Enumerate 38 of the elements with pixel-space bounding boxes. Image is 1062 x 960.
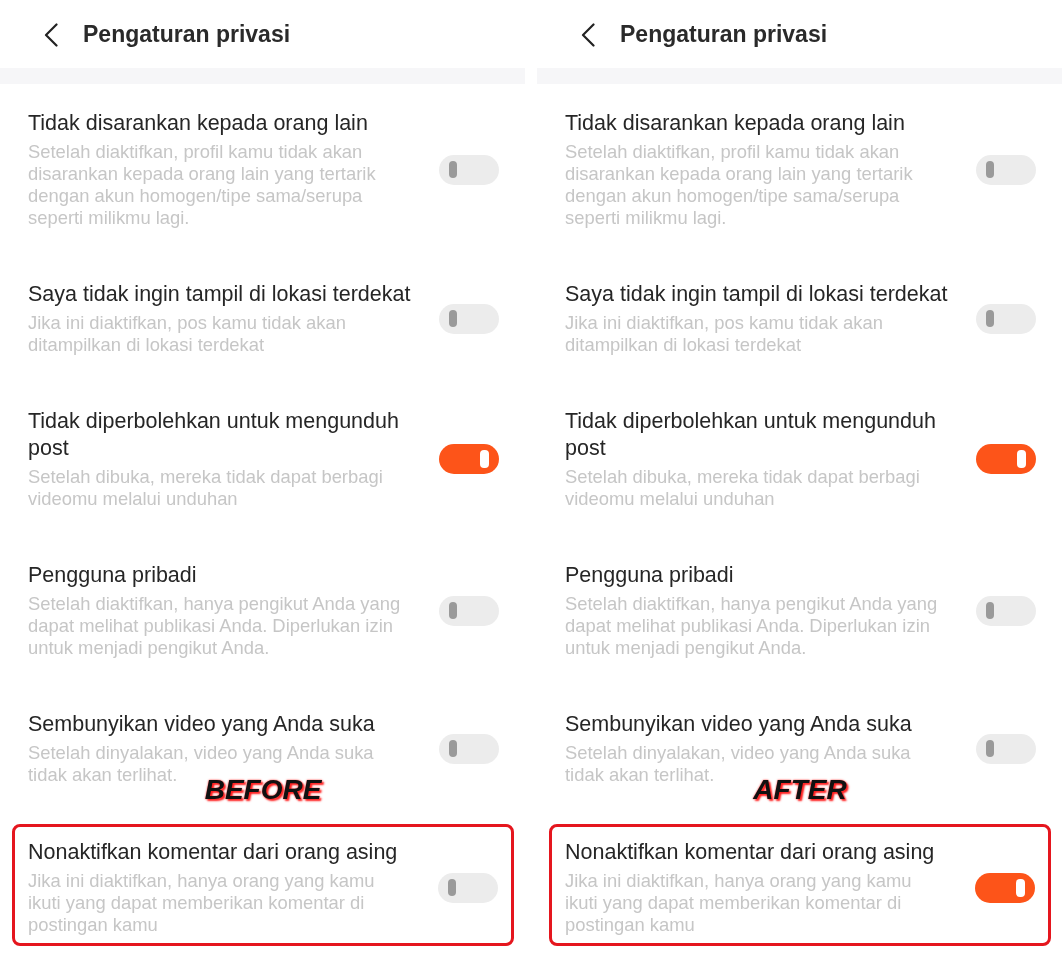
setting-title: Tidak diperbolehkan untuk mengunduh post (28, 408, 400, 462)
setting-title: Tidak disarankan kepada orang lain (565, 110, 906, 137)
setting-description: Setelah diaktifkan, hanya pengikut Anda yang dapat melihat publikasi Anda. Diperlukan izin untuk menjadi pengikut Anda. (565, 593, 939, 659)
setting-description: Setelah diaktifkan, hanya pengikut Anda yang dapat melihat publikasi Anda. Diperlukan izin untuk menjadi pengikut Anda. (28, 593, 402, 659)
setting-description: Jika ini diaktifkan, pos kamu tidak akan ditampilkan di lokasi terdekat (565, 312, 884, 356)
setting-description: Jika ini diaktifkan, pos kamu tidak akan ditampilkan di lokasi terdekat (28, 312, 347, 356)
page-title: Pengaturan privasi (620, 20, 828, 48)
setting-description: Setelah diaktifkan, profil kamu tidak akan disarankan kepada orang lain yang tertarik dengan akun homogen/tipe sama/serupa seperti milikmu lagi. (28, 141, 377, 229)
setting-title: Sembunyikan video yang Anda suka (565, 711, 913, 738)
setting-title: Pengguna pribadi (28, 562, 198, 589)
page-title: Pengaturan privasi (83, 20, 291, 48)
setting-description: Setelah dibuka, mereka tidak dapat berbagi videomu melalui unduhan (28, 466, 384, 510)
setting-title: Nonaktifkan komentar dari orang asing (28, 839, 399, 866)
toggle-switch[interactable] (439, 733, 499, 764)
toggle-switch[interactable] (439, 303, 499, 334)
toggle-switch[interactable] (439, 154, 499, 185)
setting-title: Tidak disarankan kepada orang lain (28, 110, 369, 137)
setting-title: Nonaktifkan komentar dari orang asing (565, 839, 936, 866)
setting-description: Setelah dibuka, mereka tidak dapat berbagi videomu melalui unduhan (565, 466, 921, 510)
setting-title: Saya tidak ingin tampil di lokasi terdekat (565, 281, 949, 308)
back-icon[interactable] (581, 22, 595, 47)
setting-description: Jika ini diaktifkan, hanya orang yang kamu ikuti yang dapat memberikan komentar di postingan kamu (28, 870, 376, 936)
toggle-switch[interactable] (976, 595, 1036, 626)
setting-title: Sembunyikan video yang Anda suka (28, 711, 376, 738)
toggle-switch[interactable] (439, 444, 499, 474)
toggle-switch[interactable] (976, 303, 1036, 334)
toggle-switch[interactable] (976, 154, 1036, 185)
toggle-switch[interactable] (976, 733, 1036, 764)
toggle-switch[interactable] (976, 444, 1036, 474)
setting-title: Pengguna pribadi (565, 562, 735, 589)
setting-description: Setelah diaktifkan, profil kamu tidak akan disarankan kepada orang lain yang tertarik dengan akun homogen/tipe sama/serupa seperti milikmu lagi. (565, 141, 914, 229)
toggle-switch[interactable] (439, 595, 499, 626)
toggle-switch[interactable] (438, 872, 498, 903)
setting-title: Tidak diperbolehkan untuk mengunduh post (565, 408, 937, 462)
toggle-switch[interactable] (975, 872, 1035, 903)
setting-description: Jika ini diaktifkan, hanya orang yang kamu ikuti yang dapat memberikan komentar di postingan kamu (565, 870, 913, 936)
back-icon[interactable] (44, 22, 58, 47)
setting-title: Saya tidak ingin tampil di lokasi terdekat (28, 281, 412, 308)
